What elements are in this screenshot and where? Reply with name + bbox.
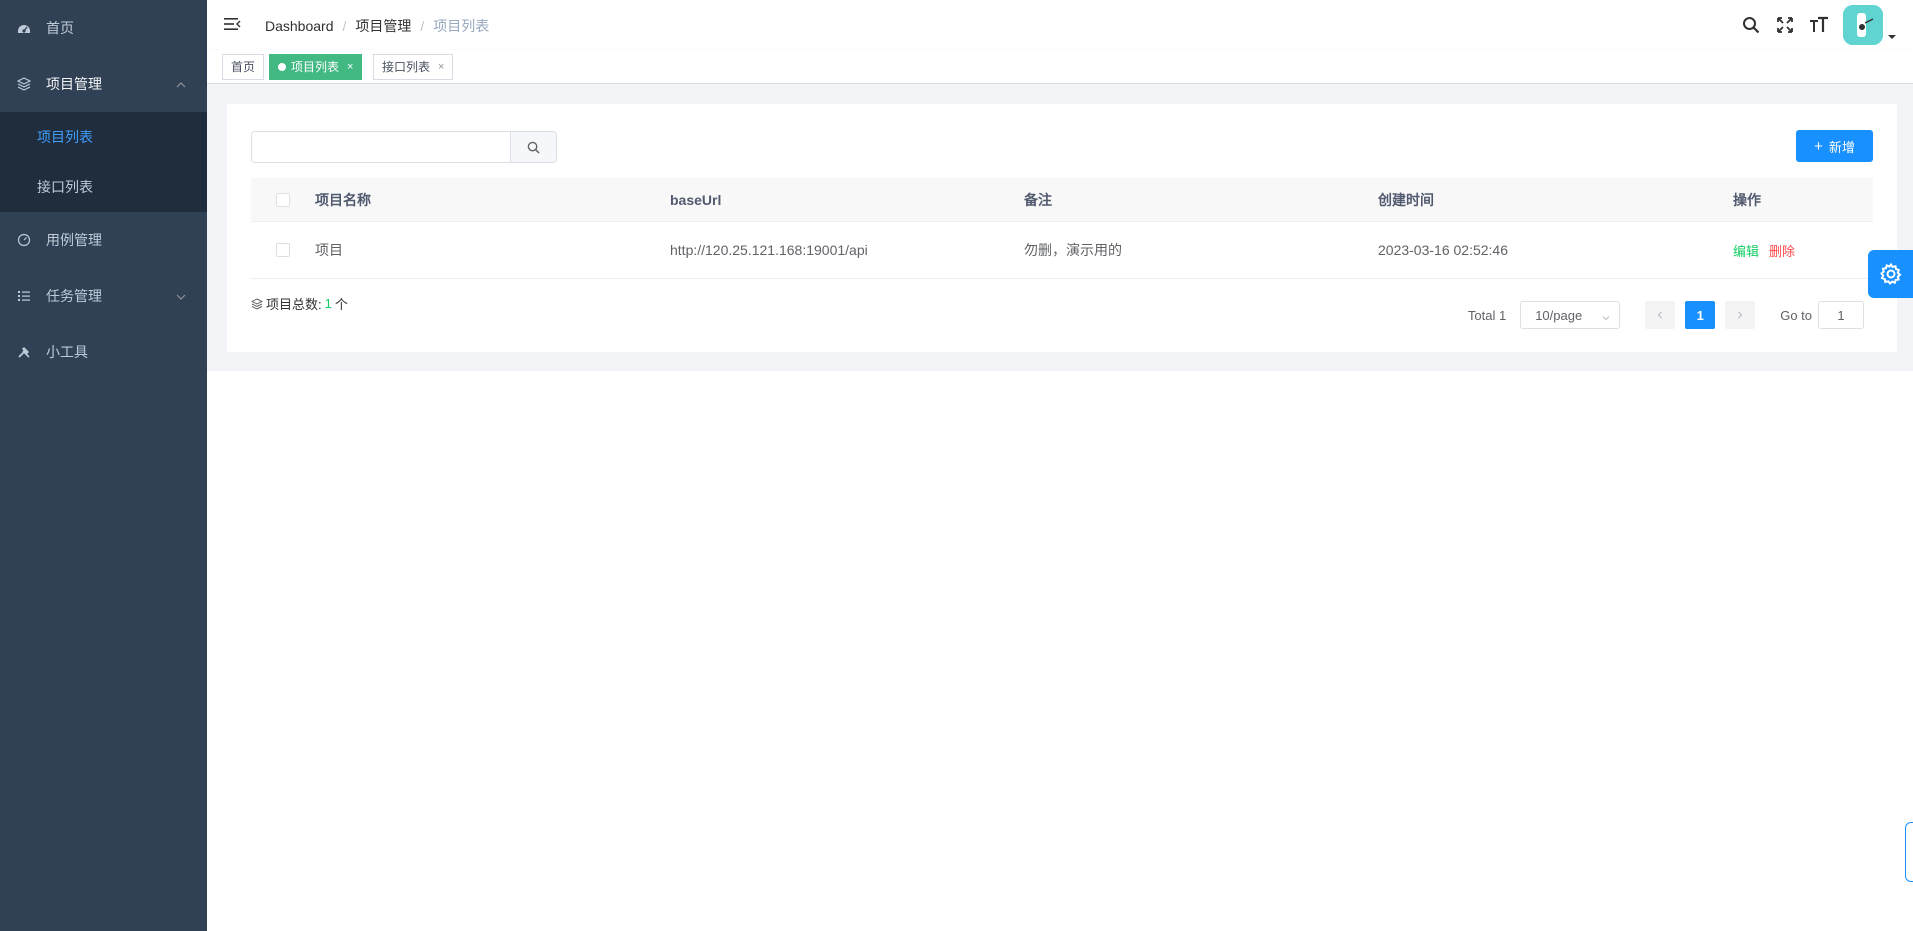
prev-page-button[interactable] — [1645, 301, 1676, 329]
sidebar-item-label: 项目管理 — [46, 76, 102, 92]
select-all-checkbox[interactable] — [276, 192, 290, 207]
tags-view: 首页 项目列表 × 接口列表 × — [207, 50, 1913, 84]
tag-api-list[interactable]: 接口列表 × — [373, 54, 454, 80]
settings-button[interactable] — [1868, 250, 1913, 298]
column-header-created: 创建时间 — [1378, 191, 1434, 208]
cell-note: 勿删，演示用的 — [1024, 242, 1122, 258]
sidebar-item-label: 首页 — [46, 20, 74, 36]
column-header-name: 项目名称 — [315, 191, 371, 208]
breadcrumb: Dashboard / 项目管理 / 项目列表 — [265, 16, 489, 36]
sidebar-item-case-management[interactable]: 用例管理 — [0, 212, 207, 268]
breadcrumb-item-project-management[interactable]: 项目管理 — [355, 16, 411, 36]
sidebar-item-label: 接口列表 — [37, 179, 93, 195]
chevron-up-icon — [175, 78, 187, 90]
case-icon — [17, 233, 31, 247]
table-header: 项目名称 baseUrl 备注 创建时间 操作 — [251, 178, 1873, 222]
right-panel-handle[interactable] — [1905, 822, 1913, 882]
layers-icon — [17, 77, 31, 91]
sidebar-item-label: 小工具 — [46, 344, 88, 360]
page-number-current[interactable]: 1 — [1685, 301, 1716, 329]
sidebar-item-label: 项目列表 — [37, 129, 93, 145]
page-size-value: 10/page — [1535, 307, 1583, 323]
close-icon[interactable]: × — [347, 55, 353, 79]
search-box — [251, 131, 557, 163]
app-main: + 新增 项目名称 baseUrl 备注 创建时间 操作 项目 http://1… — [207, 84, 1913, 371]
navbar-right-menu — [1727, 0, 1897, 50]
row-checkbox[interactable] — [276, 243, 290, 257]
pagination-total: Total 1 — [1467, 307, 1507, 323]
sidebar-item-tools[interactable]: 小工具 — [0, 324, 207, 380]
column-header-actions: 操作 — [1733, 191, 1761, 208]
dashboard-icon — [17, 21, 31, 35]
breadcrumb-item-dashboard[interactable]: Dashboard — [265, 18, 334, 34]
cell-baseurl: http://120.25.121.168:19001/api — [670, 242, 868, 258]
page-size-select[interactable]: 10/page — [1520, 301, 1621, 329]
header-checkbox-cell — [251, 192, 315, 207]
table-row: 项目 http://120.25.121.168:19001/api 勿删，演示… — [251, 222, 1873, 279]
sidebar-item-label: 任务管理 — [46, 288, 102, 304]
row-checkbox-cell — [251, 243, 315, 257]
sidebar-item-label: 用例管理 — [46, 232, 102, 248]
goto-label: Go to — [1780, 307, 1812, 323]
tag-label: 首页 — [231, 60, 256, 74]
delete-button[interactable]: 删除 — [1769, 241, 1795, 260]
goto-input[interactable]: 1 — [1818, 301, 1864, 329]
project-table: 项目名称 baseUrl 备注 创建时间 操作 项目 http://120.25… — [251, 178, 1873, 279]
next-page-button[interactable] — [1725, 301, 1756, 329]
tools-icon — [17, 345, 31, 359]
add-button[interactable]: + 新增 — [1796, 130, 1873, 162]
breadcrumb-separator: / — [420, 18, 425, 34]
caret-down-icon — [1887, 29, 1897, 39]
avatar[interactable] — [1843, 5, 1883, 45]
sidebar-item-task-management[interactable]: 任务管理 — [0, 268, 207, 324]
hamburger-icon[interactable] — [223, 15, 241, 33]
plus-icon: + — [1814, 137, 1823, 155]
tag-label: 接口列表 — [382, 60, 431, 74]
pagination: Total 1 10/page 1 Go to 1 — [1468, 301, 1864, 329]
sidebar-item-home[interactable]: 首页 — [0, 0, 207, 56]
fullscreen-icon[interactable] — [1775, 15, 1795, 35]
cell-actions: 编辑 删除 — [1733, 241, 1873, 260]
cell-name: 项目 — [315, 242, 343, 258]
user-dropdown[interactable] — [1843, 5, 1897, 45]
sidebar-item-project-management[interactable]: 项目管理 — [0, 56, 207, 112]
chevron-down-icon — [1601, 311, 1611, 321]
tag-home[interactable]: 首页 — [222, 54, 265, 80]
content-card: + 新增 项目名称 baseUrl 备注 创建时间 操作 项目 http://1… — [227, 104, 1897, 352]
layers-icon — [250, 297, 264, 310]
tag-project-list[interactable]: 项目列表 × — [269, 54, 363, 80]
list-icon — [17, 289, 31, 303]
goto-page: Go to 1 — [1780, 301, 1864, 329]
close-icon[interactable]: × — [438, 55, 444, 79]
project-total-unit: 个 — [334, 297, 348, 312]
breadcrumb-item-current: 项目列表 — [433, 18, 490, 34]
project-total: 项目总数: 1 个 — [250, 294, 348, 313]
sidebar: 首页 项目管理 项目列表 接口列表 用例管理 任务管理 小工具 — [0, 0, 207, 931]
chevron-down-icon — [175, 290, 187, 302]
font-size-icon[interactable] — [1809, 15, 1829, 35]
chevron-left-icon — [1657, 311, 1663, 319]
sidebar-item-api-list[interactable]: 接口列表 — [0, 162, 207, 212]
search-button[interactable] — [510, 132, 556, 162]
submenu-project-management: 项目列表 接口列表 — [0, 112, 207, 212]
add-button-label: 新增 — [1828, 139, 1855, 155]
tag-label: 项目列表 — [291, 60, 340, 74]
column-header-note: 备注 — [1024, 191, 1052, 208]
navbar: Dashboard / 项目管理 / 项目列表 — [207, 0, 1913, 50]
sidebar-item-project-list[interactable]: 项目列表 — [0, 112, 207, 162]
column-header-baseurl: baseUrl — [670, 191, 722, 208]
search-icon — [527, 141, 540, 154]
search-icon[interactable] — [1741, 15, 1761, 35]
cell-created: 2023-03-16 02:52:46 — [1378, 242, 1508, 258]
active-dot-icon — [278, 63, 286, 71]
gear-icon — [1879, 262, 1902, 285]
chevron-right-icon — [1738, 311, 1743, 319]
search-input[interactable] — [252, 132, 510, 162]
project-total-label: 项目总数: — [266, 297, 322, 312]
project-total-count: 1 — [324, 296, 332, 311]
edit-button[interactable]: 编辑 — [1733, 241, 1759, 260]
breadcrumb-separator: / — [342, 18, 347, 34]
